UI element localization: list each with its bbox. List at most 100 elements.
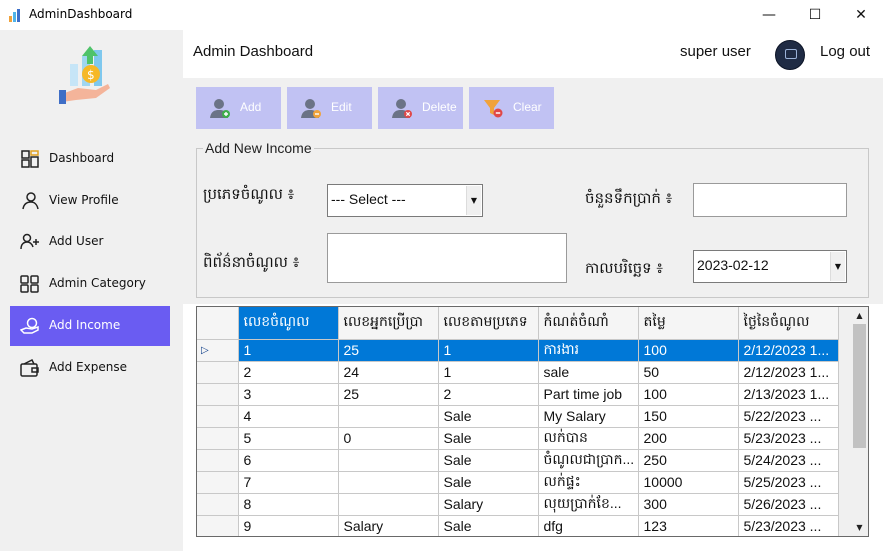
sidebar-item-admin-category[interactable]: Admin Category	[10, 264, 170, 304]
avatar[interactable]	[775, 40, 805, 70]
row-header[interactable]	[197, 405, 239, 428]
table-cell[interactable]	[338, 405, 439, 428]
row-header[interactable]	[197, 493, 239, 516]
table-row[interactable]: 2 24 1 sale 50 2/12/2023 1...	[197, 361, 839, 384]
table-cell[interactable]: 25	[338, 383, 439, 406]
income-type-select[interactable]: --- Select --- ▼	[327, 184, 483, 217]
table-cell[interactable]: លក់ផ្ទះ	[538, 471, 639, 494]
table-cell[interactable]: 200	[638, 427, 739, 450]
row-header[interactable]	[197, 361, 239, 384]
table-cell[interactable]: 300	[638, 493, 739, 516]
table-cell[interactable]: 25	[338, 339, 439, 362]
row-header[interactable]	[197, 449, 239, 472]
sidebar-item-add-user[interactable]: Add User	[10, 222, 170, 262]
table-row[interactable]: ▷ 1 25 1 ការងារ 100 2/12/2023 1...	[197, 339, 839, 362]
column-header[interactable]: លេខតាមប្រភេទ	[438, 307, 539, 340]
table-cell[interactable]: 10000	[638, 471, 739, 494]
table-cell[interactable]	[338, 449, 439, 472]
table-cell[interactable]: ចំណូលជាប្រាក...	[538, 449, 639, 472]
table-cell[interactable]: 5/25/2023 ...	[738, 471, 839, 494]
table-cell[interactable]: Sale	[438, 515, 539, 536]
income-grid[interactable]: លេខចំណូល លេខអ្នកប្រើប្រា លេខតាមប្រភេទ កំ…	[196, 306, 869, 537]
table-cell[interactable]: 5/26/2023 ...	[738, 493, 839, 516]
table-cell[interactable]: 24	[338, 361, 439, 384]
maximize-button[interactable]: ☐	[792, 0, 838, 30]
row-header[interactable]	[197, 427, 239, 450]
table-cell[interactable]: 150	[638, 405, 739, 428]
delete-button[interactable]: Delete	[378, 87, 463, 129]
sidebar-item-add-income[interactable]: Add Income	[10, 306, 170, 346]
table-cell[interactable]: លក់បាន	[538, 427, 639, 450]
table-cell[interactable]: 0	[338, 427, 439, 450]
table-cell[interactable]: Sale	[438, 405, 539, 428]
column-header[interactable]: ថ្ងៃនៃចំណូល	[738, 307, 839, 340]
table-cell[interactable]: 250	[638, 449, 739, 472]
sidebar-item-add-expense[interactable]: Add Expense	[10, 348, 170, 388]
table-cell[interactable]: Sale	[438, 427, 539, 450]
table-cell[interactable]: 100	[638, 339, 739, 362]
table-row[interactable]: 9 Salary Sale dfg 123 5/23/2023 ...	[197, 515, 839, 536]
table-cell[interactable]: Salary	[438, 493, 539, 516]
minimize-button[interactable]: —	[746, 0, 792, 30]
table-cell[interactable]: 2/12/2023 1...	[738, 339, 839, 362]
table-row[interactable]: 7 Sale លក់ផ្ទះ 10000 5/25/2023 ...	[197, 471, 839, 494]
scroll-down-icon[interactable]: ▼	[851, 519, 868, 536]
close-button[interactable]: ✕	[838, 0, 883, 30]
amount-input[interactable]	[693, 183, 847, 217]
table-cell[interactable]: 9	[238, 515, 339, 536]
table-cell[interactable]: 1	[438, 361, 539, 384]
table-row[interactable]: 4 Sale My Salary 150 5/22/2023 ...	[197, 405, 839, 428]
table-cell[interactable]: 7	[238, 471, 339, 494]
vertical-scrollbar[interactable]: ▲ ▼	[851, 307, 868, 536]
table-cell[interactable]: លុយប្រាក់ខែ...	[538, 493, 639, 516]
table-cell[interactable]: sale	[538, 361, 639, 384]
table-cell[interactable]: 2/13/2023 1...	[738, 383, 839, 406]
table-cell[interactable]: My Salary	[538, 405, 639, 428]
column-header[interactable]: កំណត់ចំណាំ	[538, 307, 639, 340]
table-cell[interactable]: ការងារ	[538, 339, 639, 362]
chevron-down-icon[interactable]: ▼	[466, 186, 481, 215]
table-cell[interactable]: 100	[638, 383, 739, 406]
table-cell[interactable]	[338, 493, 439, 516]
description-input[interactable]	[327, 233, 567, 283]
column-header[interactable]: តម្លៃ	[638, 307, 739, 340]
table-cell[interactable]: Salary	[338, 515, 439, 536]
clear-button[interactable]: Clear	[469, 87, 554, 129]
table-cell[interactable]: 2/12/2023 1...	[738, 361, 839, 384]
table-cell[interactable]: Sale	[438, 449, 539, 472]
table-cell[interactable]: 3	[238, 383, 339, 406]
scrollbar-thumb[interactable]	[853, 324, 866, 448]
logout-link[interactable]: Log out	[820, 43, 870, 60]
table-cell[interactable]: 2	[238, 361, 339, 384]
scroll-up-icon[interactable]: ▲	[851, 307, 868, 324]
column-header[interactable]: លេខចំណូល	[238, 307, 339, 340]
table-cell[interactable]: 5/24/2023 ...	[738, 449, 839, 472]
table-cell[interactable]: 5/23/2023 ...	[738, 427, 839, 450]
chevron-down-icon[interactable]: ▼	[830, 252, 845, 281]
table-cell[interactable]: 1	[438, 339, 539, 362]
row-header[interactable]	[197, 471, 239, 494]
table-cell[interactable]: 5	[238, 427, 339, 450]
table-cell[interactable]: 50	[638, 361, 739, 384]
table-cell[interactable]: 8	[238, 493, 339, 516]
table-row[interactable]: 8 Salary លុយប្រាក់ខែ... 300 5/26/2023 ..…	[197, 493, 839, 516]
row-header[interactable]	[197, 515, 239, 536]
table-cell[interactable]: 2	[438, 383, 539, 406]
edit-button[interactable]: Edit	[287, 87, 372, 129]
table-cell[interactable]: dfg	[538, 515, 639, 536]
table-cell[interactable]: 1	[238, 339, 339, 362]
sidebar-item-view-profile[interactable]: View Profile	[10, 181, 170, 221]
column-header[interactable]: លេខអ្នកប្រើប្រា	[338, 307, 439, 340]
table-row[interactable]: 6 Sale ចំណូលជាប្រាក... 250 5/24/2023 ...	[197, 449, 839, 472]
add-button[interactable]: Add	[196, 87, 281, 129]
table-cell[interactable]: 6	[238, 449, 339, 472]
table-cell[interactable]: 5/22/2023 ...	[738, 405, 839, 428]
table-cell[interactable]: Sale	[438, 471, 539, 494]
table-cell[interactable]: 123	[638, 515, 739, 536]
table-row[interactable]: 3 25 2 Part time job 100 2/13/2023 1...	[197, 383, 839, 406]
table-cell[interactable]: Part time job	[538, 383, 639, 406]
table-cell[interactable]: 5/23/2023 ...	[738, 515, 839, 536]
sidebar-item-dashboard[interactable]: Dashboard	[10, 139, 170, 179]
table-cell[interactable]: 4	[238, 405, 339, 428]
row-indicator-icon[interactable]: ▷	[197, 339, 239, 362]
